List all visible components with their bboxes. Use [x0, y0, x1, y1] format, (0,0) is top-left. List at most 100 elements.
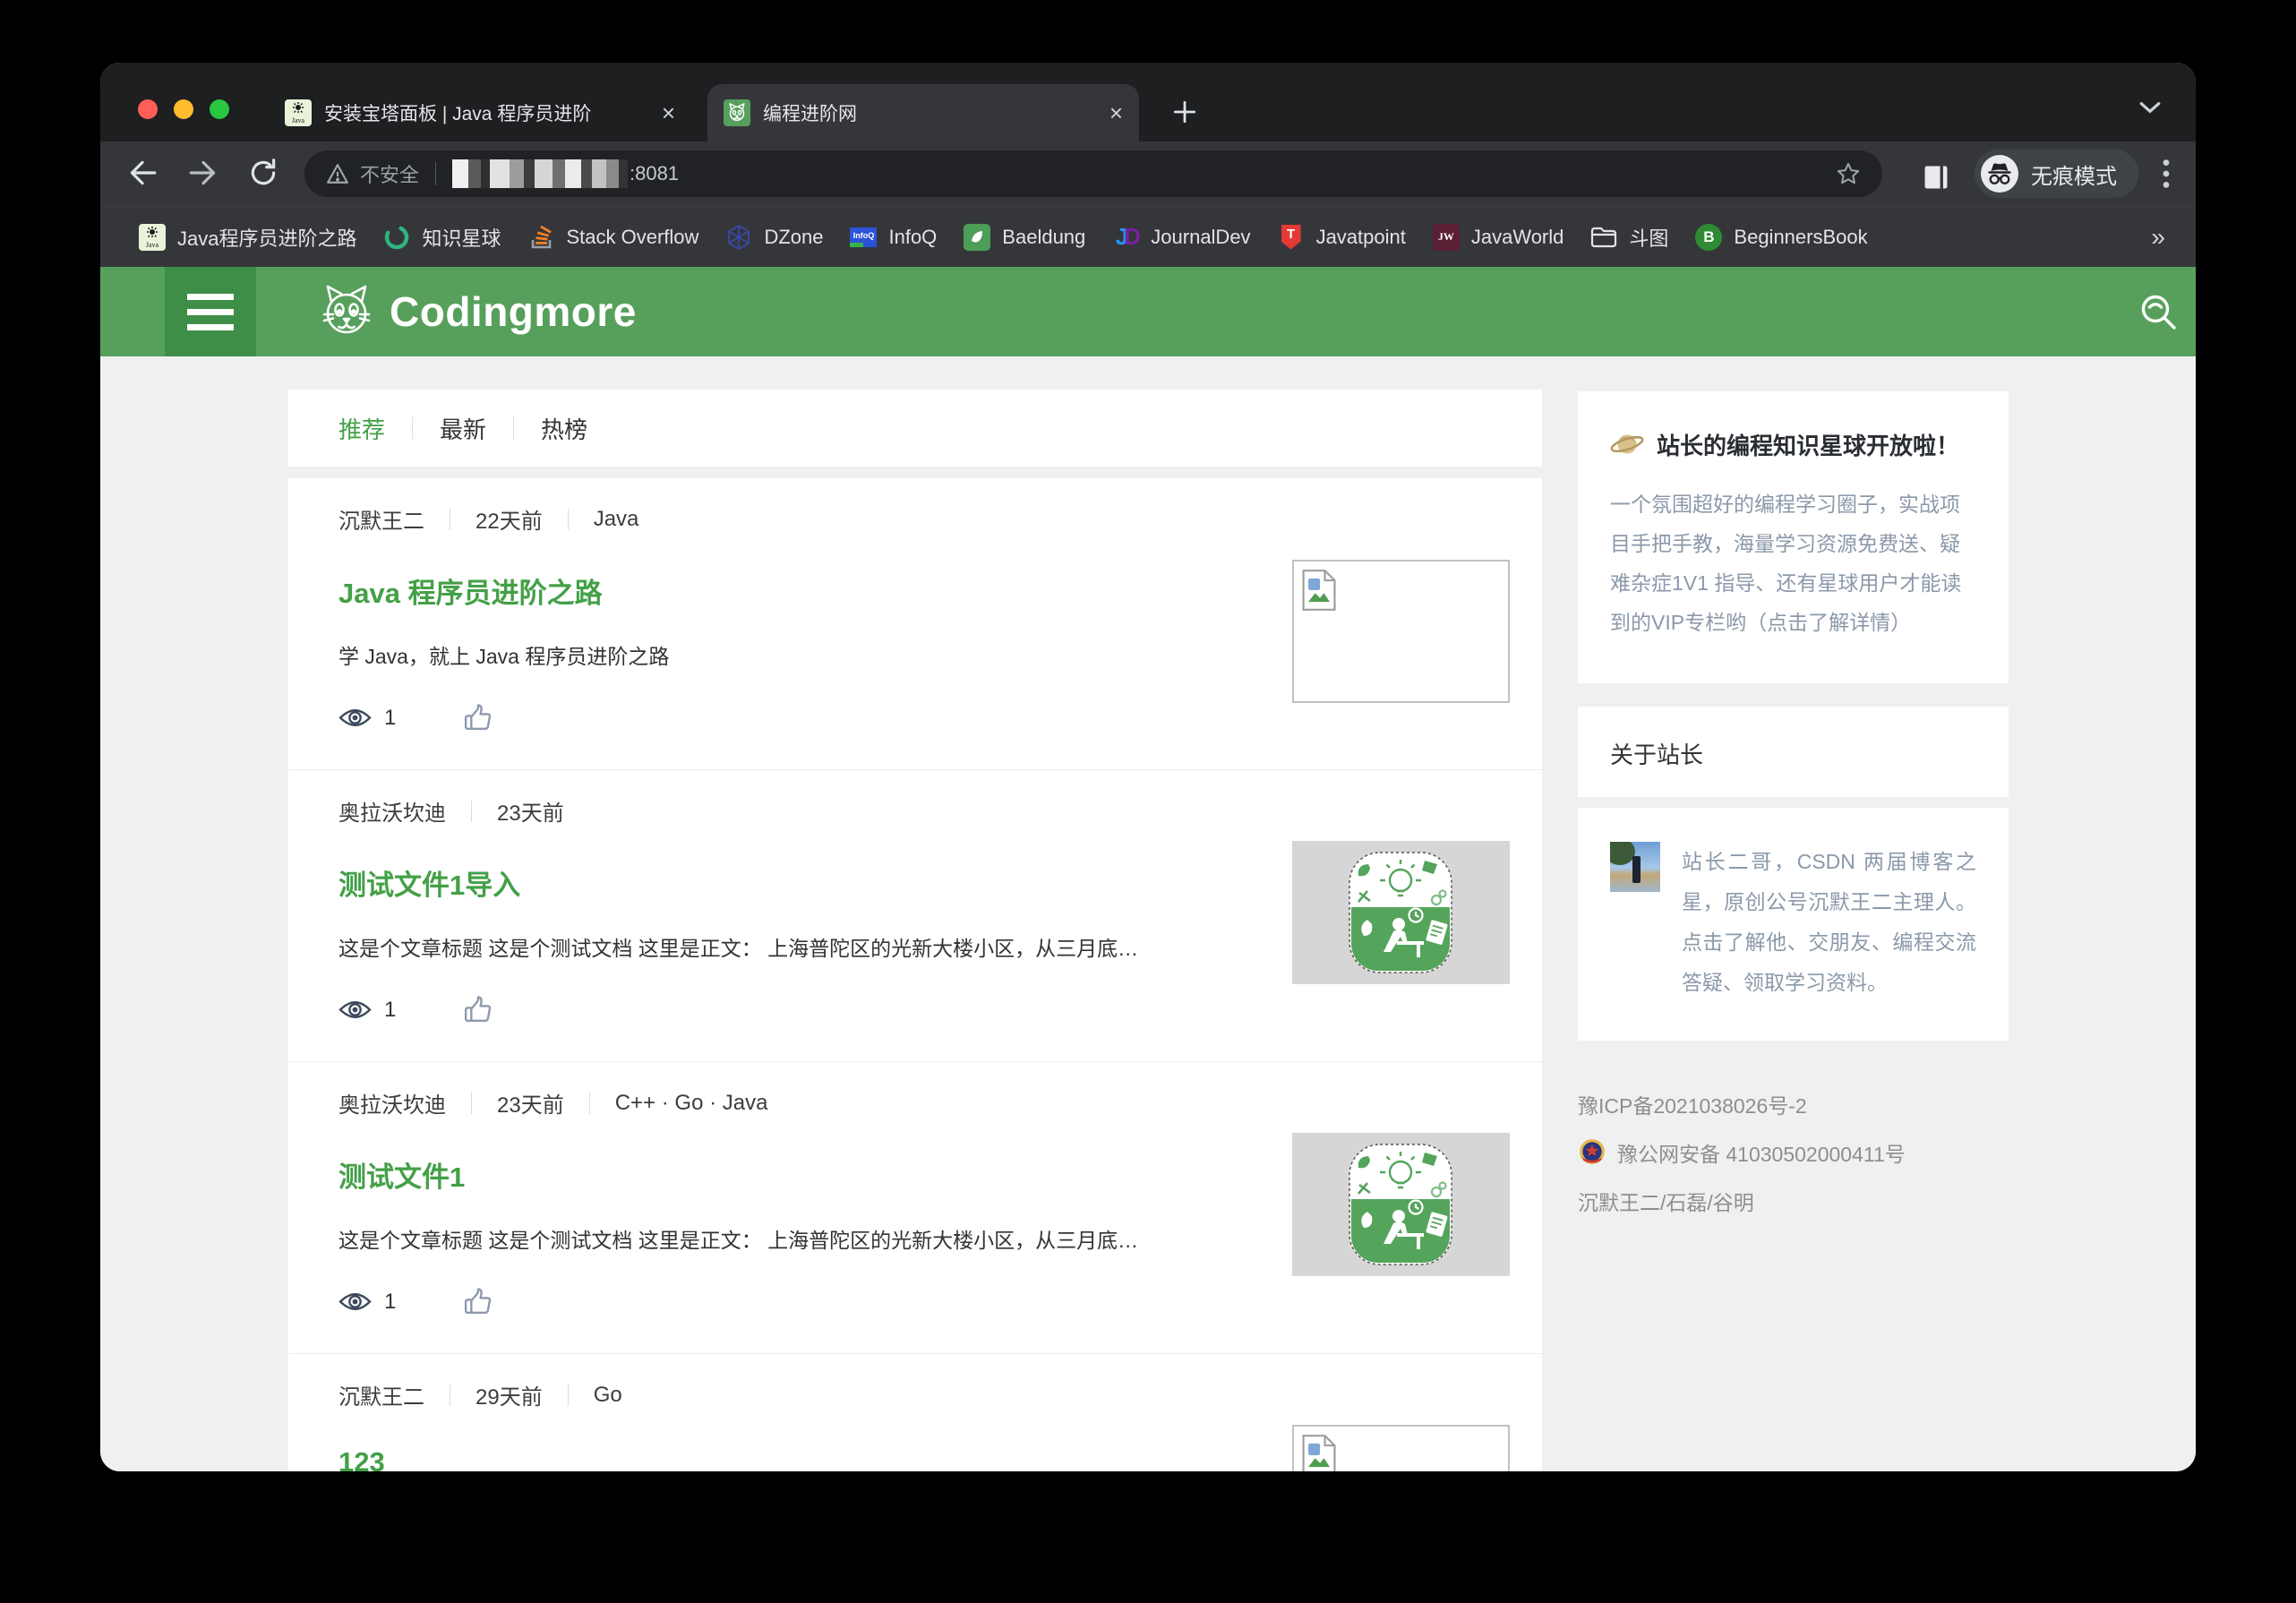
- article-meta: 奥拉沃坎迪 23天前: [338, 770, 1492, 827]
- javaworld-icon: JW: [1432, 223, 1460, 251]
- tab-baota-panel[interactable]: Java 安装宝塔面板 | Java 程序员进阶 ×: [269, 84, 691, 141]
- site-footer: 豫ICP备2021038026号-2 豫公网安备 41030502000411号…: [1578, 1089, 2009, 1216]
- bookmark-label: 知识星球: [422, 227, 501, 250]
- back-icon[interactable]: [125, 156, 159, 190]
- article-author[interactable]: 奥拉沃坎迪: [338, 795, 446, 827]
- article-thumbnail[interactable]: [1292, 841, 1510, 984]
- address-bar[interactable]: 不安全 :8081: [304, 150, 1882, 197]
- hamburger-menu-icon[interactable]: [165, 267, 256, 356]
- bookmark-folder[interactable]: 斗图: [1577, 223, 1682, 252]
- bookmarks-overflow-chevron[interactable]: »: [2151, 223, 2165, 252]
- bookmark-javatpoint[interactable]: T Javatpoint: [1264, 224, 1419, 251]
- article-excerpt[interactable]: 这是个文章标题 这是个测试文档 这里是正文： 上海普陀区的光新大楼小区，从三月底…: [338, 1223, 1252, 1254]
- java-light-icon: Java: [139, 223, 166, 251]
- bookmark-label: DZone: [764, 225, 824, 248]
- divider: [471, 1092, 472, 1114]
- article-author[interactable]: 沉默王二: [338, 503, 424, 535]
- new-tab-button[interactable]: [1171, 99, 1198, 125]
- warning-triangle-icon[interactable]: [326, 163, 349, 184]
- article-stats: 1: [338, 994, 1492, 1061]
- bookmark-beginnersbook[interactable]: B BeginnersBook: [1682, 223, 1880, 251]
- thumbs-up-icon: [465, 704, 492, 731]
- promo-card[interactable]: 站长的编程知识星球开放啦！ 一个氛围超好的编程学习圈子，实战项目手把手教，海量学…: [1578, 391, 2009, 683]
- incognito-badge: 无痕模式: [1975, 150, 2138, 198]
- tab-codingmore[interactable]: 编程进阶网 ×: [707, 84, 1139, 141]
- article-author[interactable]: 奥拉沃坎迪: [338, 1087, 446, 1119]
- chevron-down-icon[interactable]: [2138, 100, 2162, 115]
- bookmark-java-light[interactable]: Java Java程序员进阶之路: [125, 223, 370, 252]
- avatar[interactable]: [1610, 842, 1660, 892]
- reload-icon[interactable]: [247, 157, 279, 189]
- icp-line[interactable]: 豫ICP备2021038026号-2: [1578, 1089, 2009, 1119]
- view-count: 1: [384, 705, 397, 730]
- article-excerpt[interactable]: 这是个文章标题 这是个测试文档 这里是正文： 上海普陀区的光新大楼小区，从三月底…: [338, 931, 1252, 962]
- bookmark-label: InfoQ: [888, 225, 938, 248]
- article-date: 23天前: [497, 802, 564, 826]
- broken-image-icon: [1302, 570, 1336, 611]
- bookmark-javaworld[interactable]: JW JavaWorld: [1419, 223, 1578, 251]
- police-line[interactable]: 豫公网安备 41030502000411号: [1578, 1137, 2009, 1168]
- divider: [412, 416, 414, 440]
- minimize-window-button[interactable]: [174, 99, 193, 119]
- promo-body: 一个氛围超好的编程学习圈子，实战项目手把手教，海量学习资源免费送、疑难杂症1V1…: [1610, 493, 1962, 634]
- article-feed: 推荐 最新 热榜 沉默王二 22天前 Java Java 程序员进阶之路学 Java，就上…: [288, 390, 1542, 1471]
- article-tags[interactable]: C++ · Go · Java: [615, 1091, 768, 1116]
- bookmark-dzone[interactable]: DZone: [712, 224, 836, 251]
- bookmark-infoq[interactable]: InfoQ InfoQ: [836, 224, 950, 251]
- feed-tab-1[interactable]: 最新: [440, 412, 486, 445]
- svg-text:Java: Java: [292, 116, 305, 124]
- zoom-window-button[interactable]: [210, 99, 229, 119]
- article-stats: 1: [338, 702, 1492, 769]
- close-window-button[interactable]: [138, 99, 158, 119]
- incognito-label: 无痕模式: [2031, 164, 2117, 189]
- url-port: :8081: [630, 162, 680, 184]
- browser-window: Java 安装宝塔面板 | Java 程序员进阶 × 编程进阶网 × 不安全:…: [100, 63, 2196, 1471]
- bookmarks-bar: Java Java程序员进阶之路 知识星球 Stack Overflow DZone In…: [100, 206, 2196, 267]
- article-thumbnail[interactable]: [1292, 560, 1510, 703]
- divider: [567, 1384, 569, 1406]
- bookmark-stackoverflow[interactable]: Stack Overflow: [515, 224, 713, 251]
- article-date: 23天前: [497, 1093, 564, 1118]
- bookmark-baeldung[interactable]: Baeldung: [950, 223, 1099, 251]
- dzone-icon: [725, 224, 752, 251]
- search-icon[interactable]: [2137, 290, 2180, 333]
- sidebar: 站长的编程知识星球开放啦！ 一个氛围超好的编程学习圈子，实战项目手把手教，海量学…: [1578, 391, 2009, 1234]
- police-badge-icon: [1580, 1139, 1605, 1164]
- javatpoint-icon: T: [1278, 224, 1305, 251]
- about-body[interactable]: 站长二哥，CSDN 两届博客之星，原创公号沉默王二主理人。点击了解他、交朋友、编…: [1682, 842, 1976, 1003]
- article-tags[interactable]: Go: [594, 1383, 622, 1408]
- article-excerpt[interactable]: 学 Java，就上 Java 程序员进阶之路: [338, 639, 1252, 670]
- svg-text:Java: Java: [146, 241, 159, 249]
- tab-strip: Java 安装宝塔面板 | Java 程序员进阶 × 编程进阶网 ×: [100, 63, 2196, 141]
- article-date: 22天前: [475, 510, 543, 534]
- feed-tab-2[interactable]: 热榜: [541, 412, 587, 445]
- article-author[interactable]: 沉默王二: [338, 1379, 424, 1410]
- article-tags[interactable]: Java: [594, 507, 639, 532]
- side-panel-icon[interactable]: [1921, 162, 1951, 193]
- bookmark-green-ring[interactable]: 知识星球: [370, 223, 514, 252]
- bookmark-journaldev[interactable]: JD JournalDev: [1099, 223, 1264, 251]
- view-count: 1: [384, 997, 397, 1022]
- divider: [471, 800, 472, 822]
- divider-band: [288, 467, 1542, 478]
- article-thumbnail[interactable]: [1292, 1133, 1510, 1276]
- broken-image-icon: [1302, 1435, 1336, 1471]
- article-date: 29天前: [475, 1385, 543, 1410]
- tab-title: 编程进阶网: [763, 104, 857, 124]
- about-card: 关于站长 站长二哥，CSDN 两届博客之星，原创公号沉默王二主理人。点击了解他、…: [1578, 707, 2009, 1041]
- divider: [513, 416, 515, 440]
- bookmark-label: Baeldung: [1002, 225, 1086, 248]
- site-logo[interactable]: Codingmore: [318, 267, 637, 356]
- close-tab-icon[interactable]: ×: [1109, 101, 1123, 124]
- incognito-icon: [1981, 155, 2018, 193]
- article-meta: 沉默王二 22天前 Java: [338, 478, 1492, 535]
- feed-tab-0[interactable]: 推荐: [338, 412, 385, 445]
- menu-dots-icon[interactable]: [2162, 158, 2171, 190]
- article-meta: 沉默王二 29天前 Go: [338, 1354, 1492, 1410]
- close-tab-icon[interactable]: ×: [662, 101, 675, 124]
- browser-toolbar: 不安全 :8081 无痕模式: [100, 141, 2196, 206]
- article-thumbnail[interactable]: [1292, 1425, 1510, 1471]
- bookmark-star-icon[interactable]: [1836, 161, 1861, 186]
- beginnersbook-icon: B: [1695, 223, 1723, 251]
- forward-icon[interactable]: [186, 156, 220, 190]
